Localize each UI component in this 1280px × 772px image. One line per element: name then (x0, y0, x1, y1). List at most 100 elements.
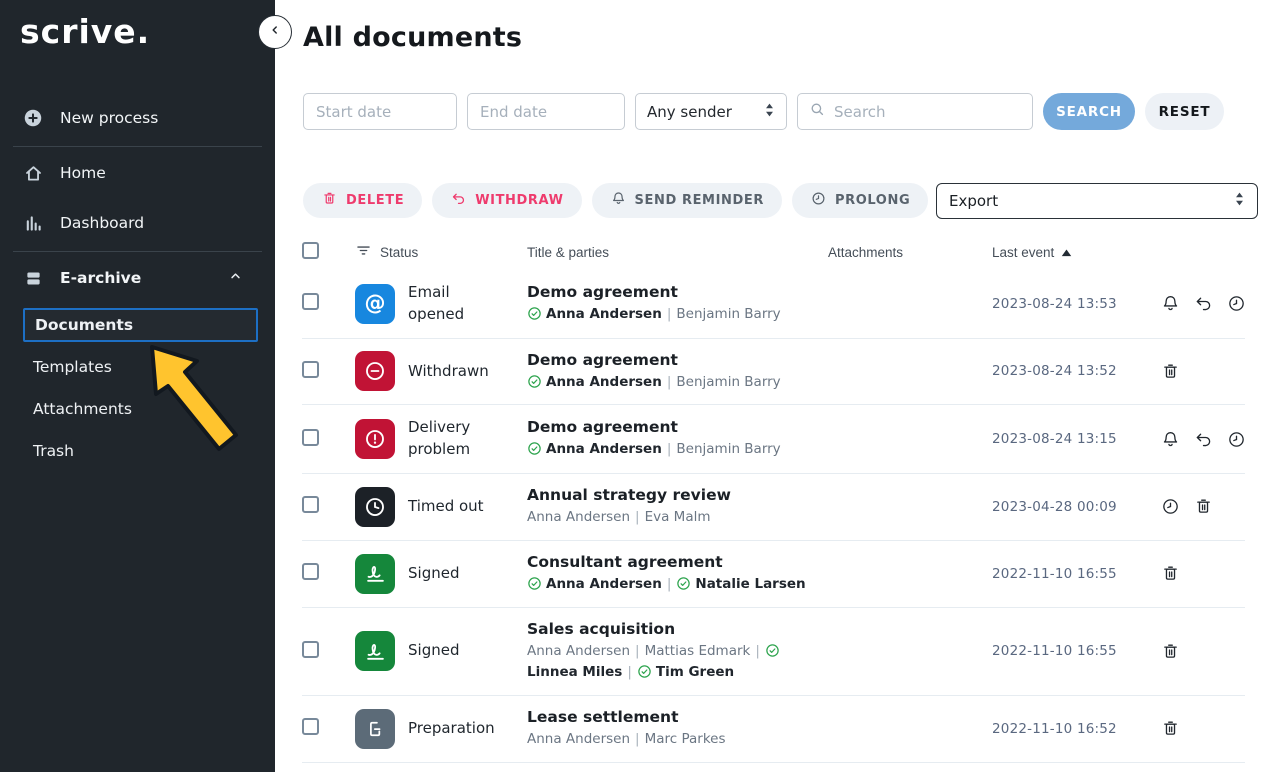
table-row: @ Email opened Demo agreement Anna Ander… (302, 270, 1245, 339)
sidebar-item-documents[interactable]: Documents (23, 308, 258, 342)
clock-icon (810, 190, 827, 211)
documents-table: Status Title & parties Attachments Last … (302, 234, 1245, 763)
select-stepper-icon (764, 102, 775, 122)
last-event-date: 2023-08-24 13:53 (992, 296, 1160, 312)
row-checkbox[interactable] (302, 361, 319, 378)
sender-select[interactable]: Any sender (635, 93, 787, 130)
status-column-header[interactable]: Status (380, 245, 418, 260)
sidebar-collapse-button[interactable] (258, 15, 292, 49)
party-separator: | (622, 664, 637, 680)
attachments-column-header[interactable]: Attachments (828, 245, 992, 260)
last-event-column-header[interactable]: Last event (992, 245, 1160, 260)
bell-icon[interactable] (1160, 429, 1181, 450)
document-title[interactable]: Consultant agreement (527, 553, 828, 571)
last-event-date: 2022-11-10 16:52 (992, 721, 1160, 737)
filter-bar: Any sender SEARCH RESET (303, 93, 1224, 130)
trash-icon[interactable] (1160, 718, 1181, 739)
sidebar-item-dashboard[interactable]: Dashboard (0, 204, 275, 242)
bulk-actions-toolbar: DELETE WITHDRAW SEND REMINDER PROLONG (303, 183, 928, 218)
party-name: Linnea Miles (527, 664, 622, 680)
clock-icon[interactable] (1226, 429, 1247, 450)
delete-button[interactable]: DELETE (303, 183, 422, 218)
end-date-input[interactable] (467, 93, 625, 130)
document-title[interactable]: Demo agreement (527, 283, 828, 301)
party-name: Benjamin Barry (676, 306, 780, 322)
last-event-date: 2022-11-10 16:55 (992, 566, 1160, 582)
sidebar-item-trash[interactable]: Trash (0, 435, 275, 467)
search-button[interactable]: SEARCH (1043, 93, 1135, 130)
check-circle-icon (676, 576, 695, 592)
row-actions (1160, 361, 1245, 382)
trash-icon[interactable] (1193, 496, 1214, 517)
page-title: All documents (303, 22, 522, 53)
filter-icon[interactable] (355, 242, 372, 262)
status-label: Delivery problem (408, 417, 520, 461)
row-actions (1160, 496, 1245, 517)
trash-icon[interactable] (1160, 563, 1181, 584)
sidebar-item-templates[interactable]: Templates (0, 351, 275, 383)
sender-select-value: Any sender (647, 103, 732, 121)
row-checkbox[interactable] (302, 718, 319, 735)
check-circle-icon (527, 306, 546, 322)
signed-icon (355, 631, 395, 671)
party-separator: | (630, 731, 645, 747)
title-column-header[interactable]: Title & parties (527, 245, 828, 260)
row-checkbox[interactable] (302, 563, 319, 580)
party-separator: | (662, 306, 677, 322)
export-select[interactable]: Export (936, 183, 1258, 219)
email-opened-icon: @ (355, 284, 395, 324)
document-parties: Anna Andersen|Benjamin Barry (527, 439, 828, 460)
last-event-date: 2023-08-24 13:52 (992, 363, 1160, 379)
table-row: Timed out Annual strategy review Anna An… (302, 474, 1245, 541)
row-checkbox[interactable] (302, 641, 319, 658)
withdraw-button[interactable]: WITHDRAW (432, 183, 581, 218)
prolong-button[interactable]: PROLONG (792, 183, 928, 218)
divider (13, 251, 262, 252)
party-separator: | (662, 374, 677, 390)
table-row: Withdrawn Demo agreement Anna Andersen|B… (302, 339, 1245, 406)
party-name: Anna Andersen (546, 374, 662, 390)
document-title[interactable]: Annual strategy review (527, 486, 828, 504)
search-input[interactable] (834, 103, 1022, 121)
check-circle-icon (527, 441, 546, 457)
reset-button[interactable]: RESET (1145, 93, 1224, 130)
party-name: Anna Andersen (546, 306, 662, 322)
sidebar-item-earchive[interactable]: E-archive (0, 259, 275, 297)
new-process-button[interactable]: New process (0, 99, 275, 137)
table-row: Signed Sales acquisition Anna Andersen|M… (302, 608, 1245, 696)
clock-icon[interactable] (1160, 496, 1181, 517)
party-separator: | (630, 643, 645, 659)
undo-icon (450, 190, 467, 211)
party-separator: | (662, 441, 677, 457)
select-all-checkbox[interactable] (302, 242, 319, 259)
clock-icon[interactable] (1226, 293, 1247, 314)
start-date-input[interactable] (303, 93, 457, 130)
delivery-problem-icon (355, 419, 395, 459)
sidebar-item-home[interactable]: Home (0, 154, 275, 192)
table-body: @ Email opened Demo agreement Anna Ander… (302, 270, 1245, 763)
row-actions (1160, 293, 1247, 314)
document-parties: Anna Andersen|Benjamin Barry (527, 372, 828, 393)
chevron-up-icon (228, 269, 243, 288)
document-title[interactable]: Demo agreement (527, 418, 828, 436)
document-title[interactable]: Demo agreement (527, 351, 828, 369)
trash-icon[interactable] (1160, 641, 1181, 662)
sidebar-item-label: Documents (35, 316, 133, 334)
row-checkbox[interactable] (302, 293, 319, 310)
sidebar-item-attachments[interactable]: Attachments (0, 393, 275, 425)
dashboard-icon (22, 212, 44, 234)
row-checkbox[interactable] (302, 496, 319, 513)
search-icon (808, 100, 827, 123)
party-name: Anna Andersen (527, 509, 630, 525)
undo-icon[interactable] (1193, 293, 1214, 314)
trash-icon[interactable] (1160, 361, 1181, 382)
bell-icon[interactable] (1160, 293, 1181, 314)
row-checkbox[interactable] (302, 429, 319, 446)
send-reminder-button[interactable]: SEND REMINDER (592, 183, 782, 218)
status-label: Preparation (408, 718, 520, 740)
document-title[interactable]: Lease settlement (527, 708, 828, 726)
document-title[interactable]: Sales acquisition (527, 620, 828, 638)
sidebar-item-label: E-archive (60, 269, 141, 287)
undo-icon[interactable] (1193, 429, 1214, 450)
document-parties: Anna Andersen|Mattias Edmark|Linnea Mile… (527, 641, 828, 683)
